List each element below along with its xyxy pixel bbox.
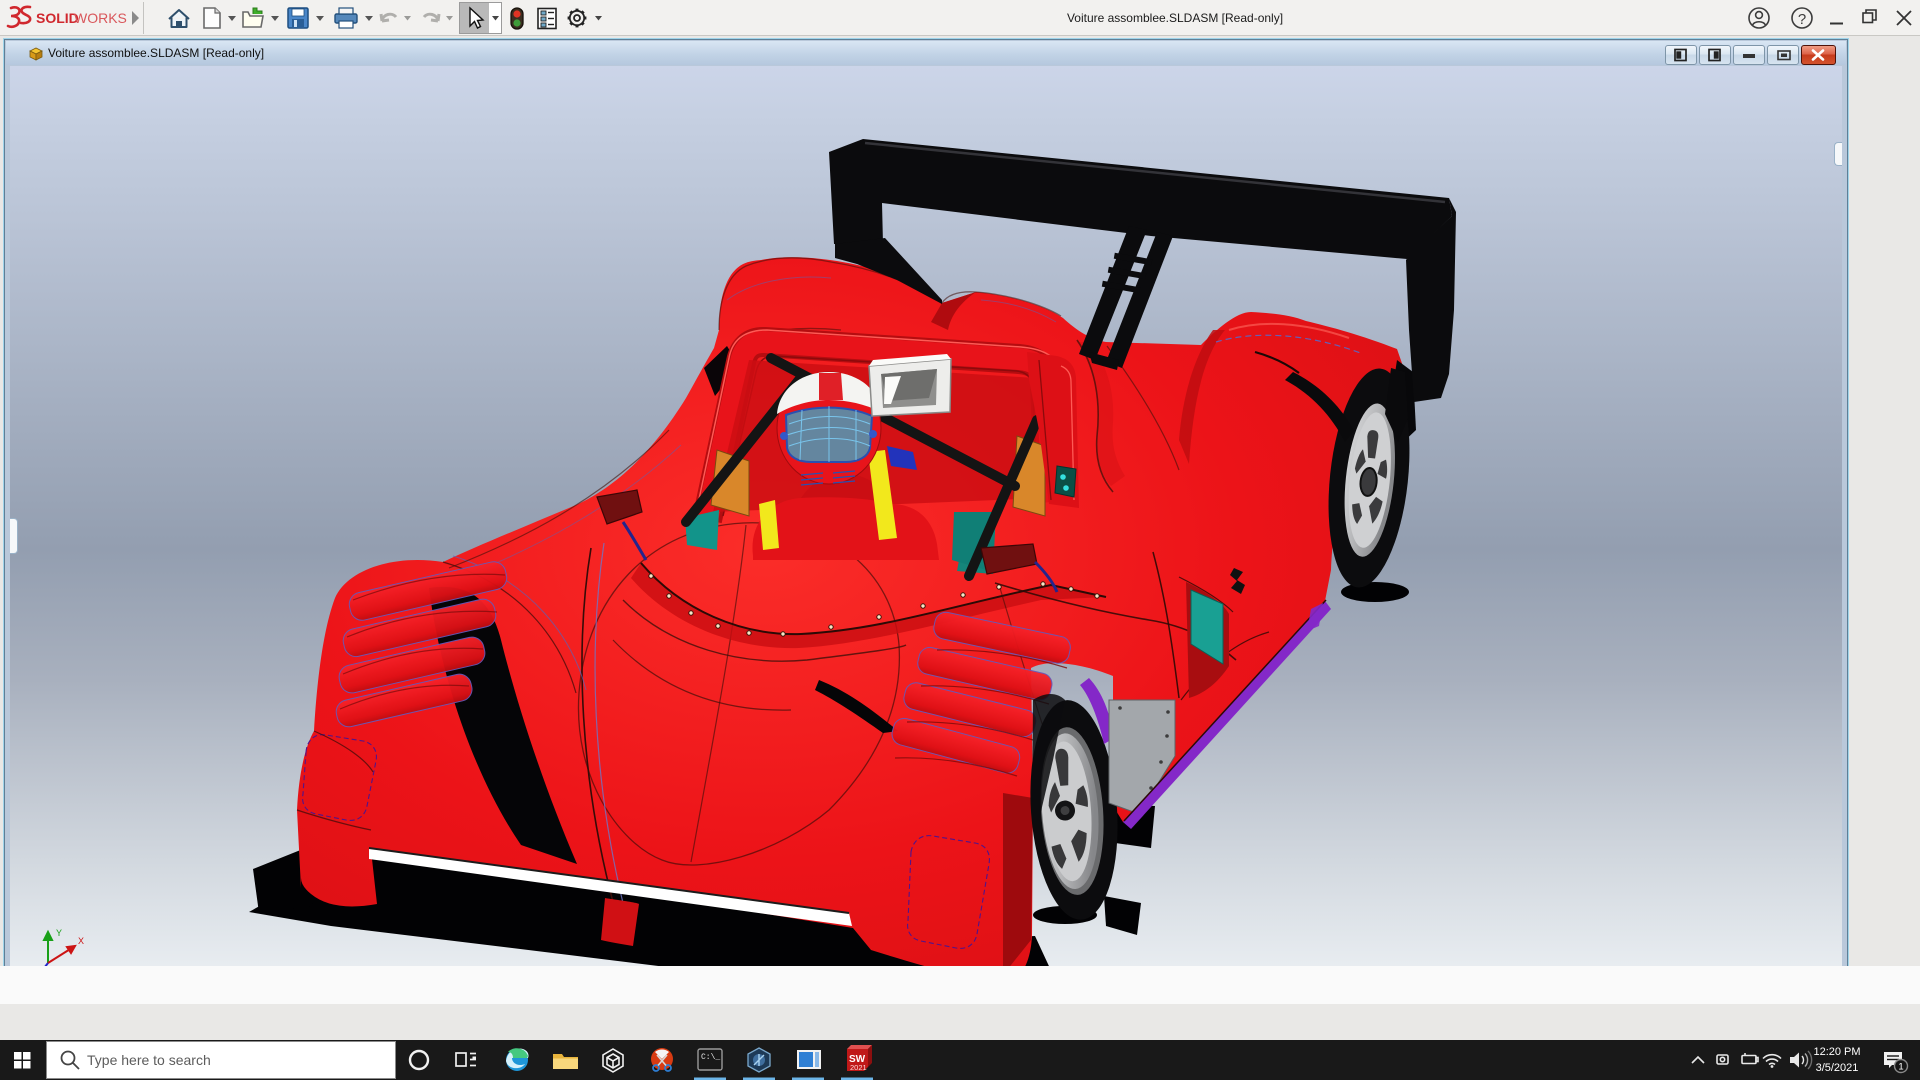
svg-text:2021: 2021 xyxy=(850,1063,867,1072)
svg-text:SOLID: SOLID xyxy=(36,10,79,26)
svg-text:C:\_: C:\_ xyxy=(701,1053,720,1062)
svg-text:?: ? xyxy=(1798,11,1806,28)
svg-text:WORKS: WORKS xyxy=(74,10,127,26)
svg-text:Y: Y xyxy=(56,928,62,938)
svg-text:1: 1 xyxy=(1898,1062,1903,1073)
svg-text:X: X xyxy=(78,936,84,946)
